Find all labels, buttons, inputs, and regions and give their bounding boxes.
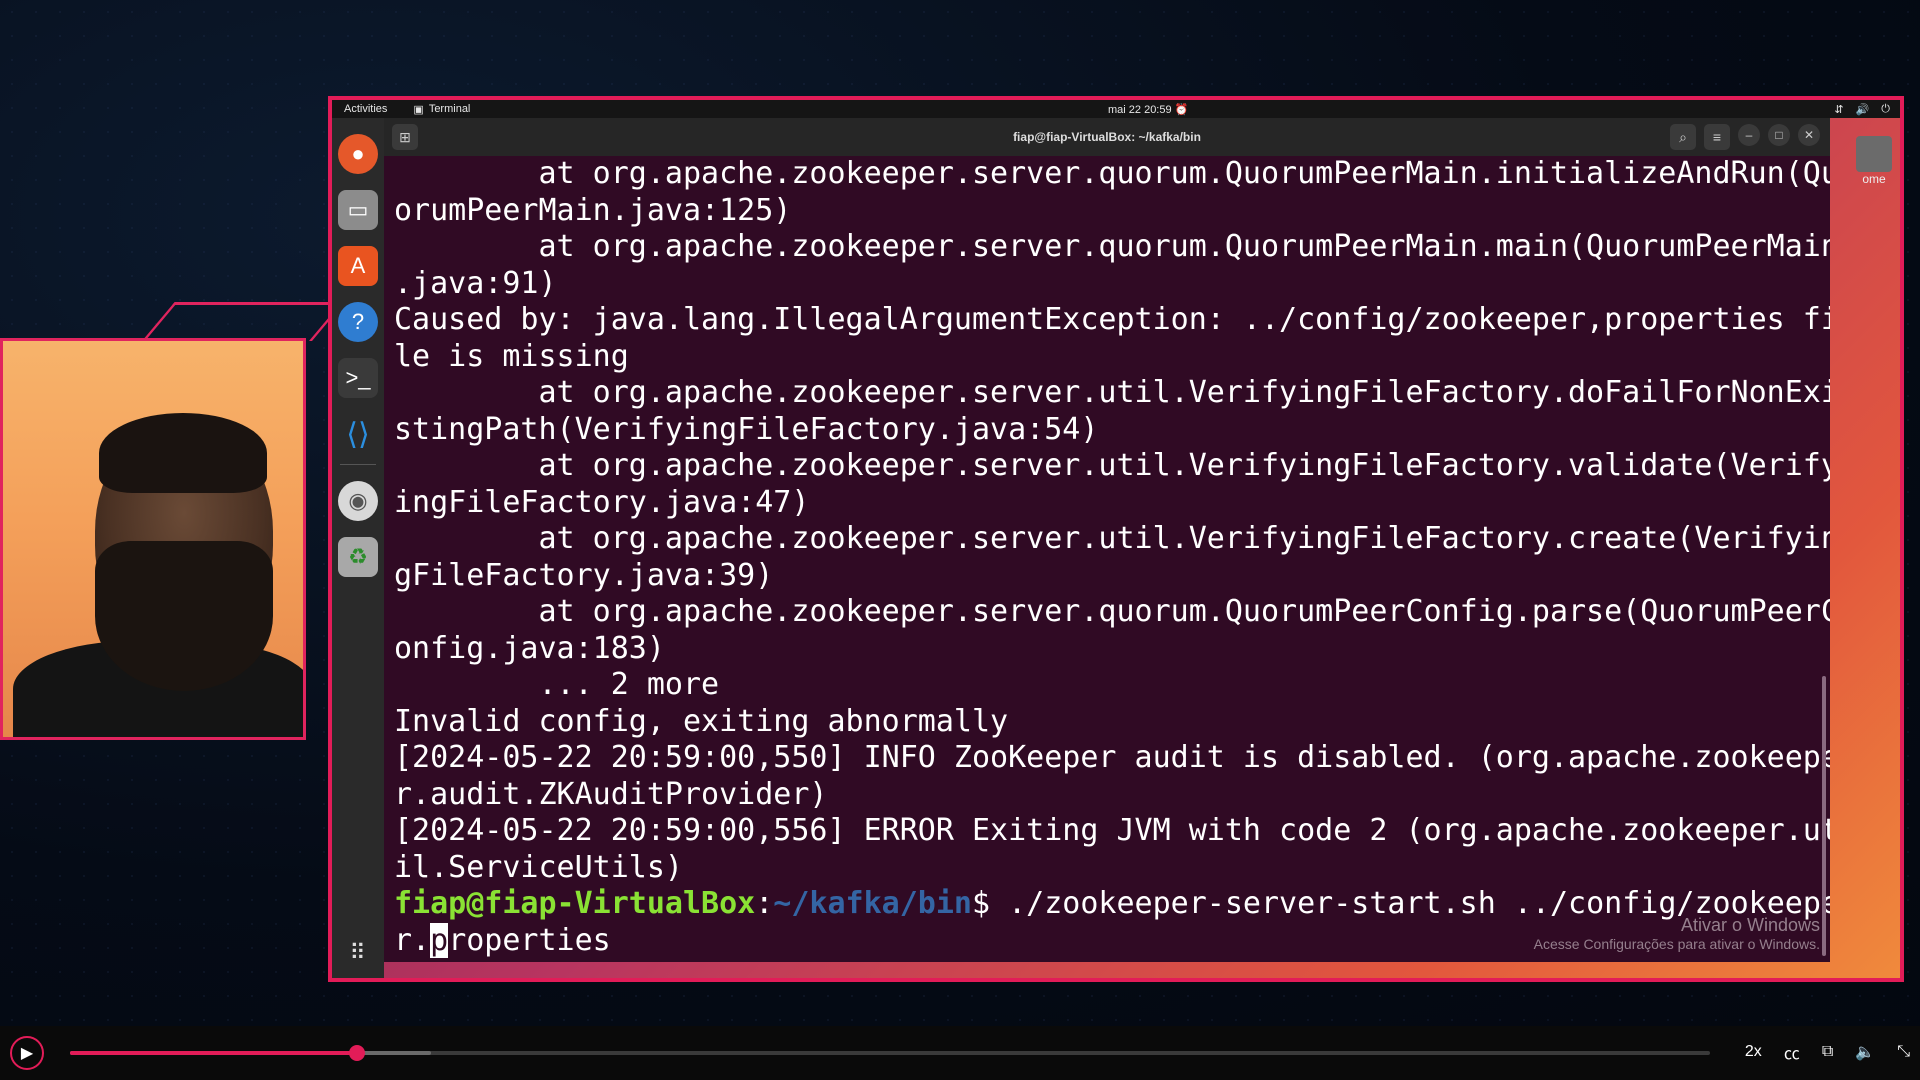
seek-bar[interactable]	[70, 1045, 1710, 1061]
terminal-line: .java:91)	[394, 265, 557, 301]
terminal-line: Caused by: java.lang.IllegalArgumentExce…	[394, 302, 1830, 337]
terminal-title: fiap@fiap-VirtualBox: ~/kafka/bin	[1013, 130, 1201, 144]
picture-in-picture-icon[interactable]: ⧉	[1822, 1043, 1833, 1061]
terminal-line: at org.apache.zookeeper.server.util.Veri…	[394, 375, 1830, 410]
play-icon: ▶	[20, 1045, 34, 1062]
volume-control-icon[interactable]: 🔈	[1855, 1042, 1875, 1062]
active-app-menu[interactable]: ▣ Terminal	[413, 103, 470, 116]
terminal-line: orumPeerMain.java:125)	[394, 192, 792, 228]
vscode-icon[interactable]: ⟨⟩	[338, 414, 378, 454]
webcam-frame-tab	[142, 302, 345, 341]
play-button[interactable]: ▶	[10, 1036, 44, 1070]
terminal-line: at org.apache.zookeeper.server.quorum.Qu…	[394, 156, 1830, 191]
terminal-icon[interactable]: >_	[338, 358, 378, 398]
webcam-feed	[0, 338, 306, 740]
files-icon[interactable]: ▭	[338, 190, 378, 230]
terminal-header: ⊞ fiap@fiap-VirtualBox: ~/kafka/bin ⌕ ≡ …	[384, 118, 1830, 156]
terminal-scrollbar[interactable]	[1822, 676, 1826, 956]
terminal-line: [2024-05-22 20:59:00,550] INFO ZooKeeper…	[394, 740, 1830, 775]
terminal-line: at org.apache.zookeeper.server.quorum.Qu…	[394, 229, 1830, 264]
dock-separator	[340, 464, 376, 465]
terminal-line: stingPath(VerifyingFileFactory.java:54)	[394, 411, 1099, 447]
network-icon: ⇵	[1834, 103, 1844, 116]
show-apps-icon[interactable]: ⠿	[349, 940, 366, 966]
clock[interactable]: mai 22 20:59 ⏰	[1108, 103, 1188, 116]
playback-speed-button[interactable]: 2x	[1745, 1043, 1762, 1061]
terminal-line: at org.apache.zookeeper.server.quorum.Qu…	[394, 594, 1830, 629]
maximize-icon[interactable]: □	[1768, 124, 1790, 146]
windows-activation-watermark: Ativar o Windows Acesse Configurações pa…	[1534, 915, 1820, 952]
minimize-icon[interactable]: –	[1738, 124, 1760, 146]
ubuntu-top-bar: Activities ▣ Terminal mai 22 20:59 ⏰ ⇵ 🔊…	[332, 100, 1900, 118]
clock-text: mai 22 20:59	[1108, 103, 1172, 116]
active-app-label: Terminal	[428, 103, 471, 115]
fullscreen-exit-icon[interactable]: ⤡	[1897, 1043, 1910, 1061]
terminal-line: gFileFactory.java:39)	[394, 557, 774, 593]
text-cursor: p	[430, 922, 449, 958]
presenter-hair	[99, 413, 267, 493]
terminal-line: at org.apache.zookeeper.server.util.Veri…	[394, 448, 1830, 483]
presenter-beard	[95, 541, 273, 691]
terminal-line: ... 2 more	[394, 667, 720, 702]
desktop-home-label: ome	[1862, 172, 1886, 186]
terminal-line: Invalid config, exiting abnormally	[394, 703, 1009, 739]
seek-handle[interactable]	[349, 1045, 365, 1061]
ubuntu-dock: ● ▭ A ? >_ ⟨⟩ ◉ ♻ ⠿	[332, 118, 384, 978]
vm-screen: Activities ▣ Terminal mai 22 20:59 ⏰ ⇵ 🔊…	[328, 96, 1904, 982]
terminal-line: r.audit.ZKAuditProvider)	[394, 776, 828, 812]
power-icon: ⏻	[1881, 102, 1890, 115]
player-controls: 2x ㏄ ⧉ 🔈 ⤡	[1745, 1040, 1910, 1064]
disc-icon[interactable]: ◉	[338, 481, 378, 521]
hamburger-menu-icon[interactable]: ≡	[1704, 124, 1730, 150]
played-progress	[70, 1051, 357, 1055]
app-center-icon[interactable]: A	[338, 246, 378, 286]
terminal-line: il.ServiceUtils)	[394, 849, 683, 885]
terminal-header-buttons: ⌕ ≡ – □ ✕	[1670, 124, 1820, 150]
terminal-output[interactable]: at org.apache.zookeeper.server.quorum.Qu…	[384, 156, 1830, 962]
prompt-user: fiap@fiap-VirtualBox	[394, 886, 756, 921]
close-icon[interactable]: ✕	[1798, 124, 1820, 146]
help-icon[interactable]: ?	[338, 302, 378, 342]
terminal-small-icon: ▣	[413, 103, 424, 116]
prompt-path: ~/kafka/bin	[773, 886, 972, 921]
search-icon[interactable]: ⌕	[1670, 124, 1696, 150]
command-text-before-cursor: r.	[394, 922, 431, 958]
captions-icon[interactable]: ㏄	[1784, 1040, 1800, 1064]
home-folder-icon	[1856, 136, 1892, 172]
prompt-separator: :	[755, 886, 774, 921]
watermark-title: Ativar o Windows	[1680, 915, 1820, 935]
alarm-icon: ⏰	[1174, 103, 1189, 116]
video-player-bar: ▶ 2x ㏄ ⧉ 🔈 ⤡	[0, 1026, 1920, 1080]
terminal-line: [2024-05-22 20:59:00,556] ERROR Exiting …	[394, 813, 1830, 848]
prompt-symbol: $	[971, 886, 1009, 921]
command-text-after-cursor: roperties	[448, 922, 611, 958]
watermark-subtitle: Acesse Configurações para ativar o Windo…	[1533, 936, 1820, 952]
firefox-icon[interactable]: ●	[338, 134, 378, 174]
terminal-line: at org.apache.zookeeper.server.util.Veri…	[394, 521, 1830, 556]
volume-icon: 🔊	[1855, 103, 1870, 116]
activities-button[interactable]: Activities	[344, 103, 387, 115]
terminal-line: onfig.java:183)	[394, 630, 665, 666]
system-tray[interactable]: ⇵ 🔊 ⏻	[1834, 103, 1890, 116]
trash-icon[interactable]: ♻	[338, 537, 378, 577]
terminal-window[interactable]: ⊞ fiap@fiap-VirtualBox: ~/kafka/bin ⌕ ≡ …	[384, 118, 1830, 962]
terminal-line: ingFileFactory.java:47)	[394, 484, 810, 520]
desktop-home-icon[interactable]: ome	[1852, 136, 1896, 196]
terminal-line: le is missing	[394, 338, 629, 374]
